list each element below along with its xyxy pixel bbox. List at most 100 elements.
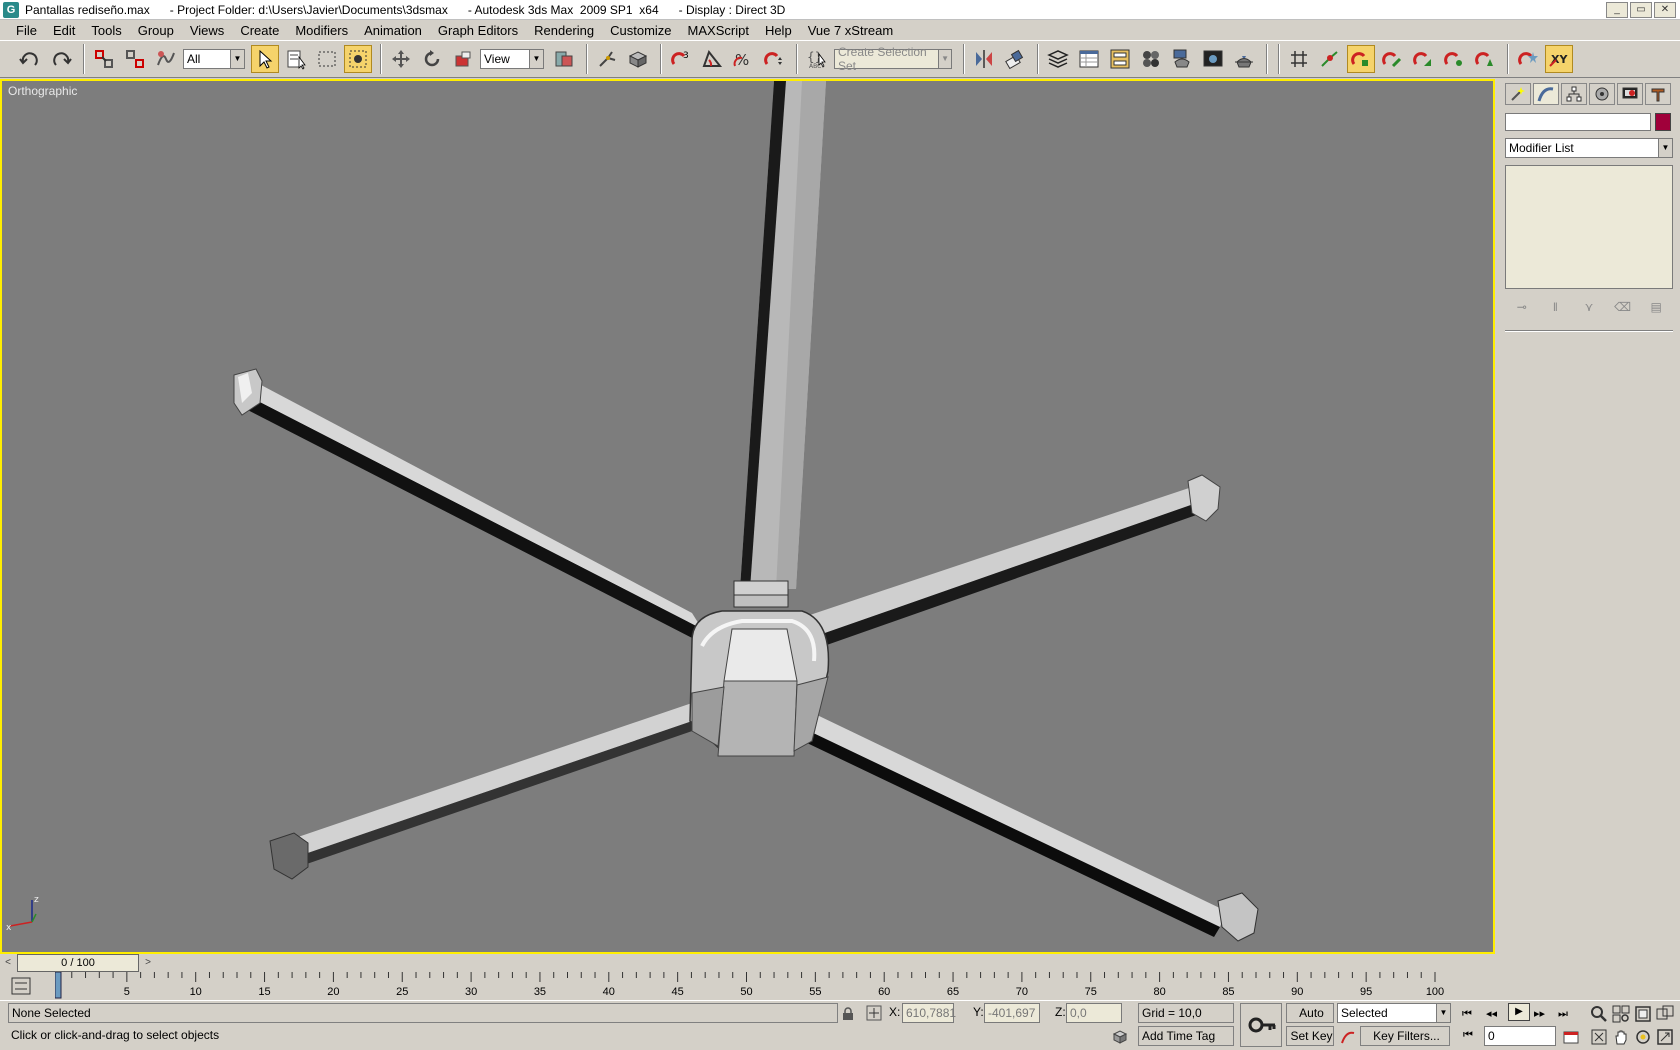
scene-geometry[interactable] — [2, 81, 1495, 954]
x-coordinate-field[interactable]: 610,7881 — [902, 1003, 956, 1023]
absolute-mode-transform-icon[interactable] — [866, 1005, 882, 1021]
make-unique-icon[interactable]: ⋎ — [1580, 298, 1598, 316]
3ds-max-icon[interactable]: G — [3, 1, 19, 18]
mirror-icon[interactable] — [970, 45, 998, 73]
key-mode-toggle-icon[interactable]: ⏮ — [1463, 1029, 1473, 1042]
menu-customize[interactable]: Customize — [602, 23, 679, 38]
zoom-all-icon[interactable] — [1612, 1005, 1630, 1023]
previous-frame-icon[interactable]: ◂◂ — [1486, 1005, 1497, 1023]
utilities-tab-icon[interactable] — [1645, 83, 1671, 105]
time-configuration-icon[interactable] — [1563, 1029, 1579, 1045]
menu-maxscript[interactable]: MAXScript — [680, 23, 757, 38]
orbit-icon[interactable] — [1634, 1028, 1652, 1046]
key-filters-button[interactable]: Key Filters... — [1360, 1026, 1450, 1046]
time-slider-next[interactable]: > — [140, 955, 156, 971]
snap-edge-icon[interactable] — [1378, 45, 1406, 73]
snap-options-icon[interactable] — [1514, 45, 1542, 73]
modify-tab-icon[interactable] — [1533, 83, 1559, 105]
selection-filter-dropdown[interactable]: All ▼ — [183, 49, 245, 69]
object-name-field[interactable] — [1505, 113, 1651, 131]
track-bar[interactable]: 0510152025303540455055606570758085909510… — [0, 972, 1495, 1000]
select-by-name-icon[interactable] — [282, 45, 310, 73]
time-tag-icon[interactable] — [1112, 1029, 1128, 1045]
snap-pivot-icon[interactable] — [1316, 45, 1344, 73]
named-selection-dropdown[interactable]: Create Selection Set ▼ — [834, 45, 952, 73]
move-icon[interactable] — [387, 45, 415, 73]
percent-snap-icon[interactable]: % — [729, 45, 757, 73]
menu-help[interactable]: Help — [757, 23, 800, 38]
menu-group[interactable]: Group — [130, 23, 182, 38]
add-time-tag-button[interactable]: Add Time Tag — [1138, 1026, 1234, 1046]
material-editor-icon[interactable] — [1137, 45, 1165, 73]
frame-ruler[interactable]: 0510152025303540455055606570758085909510… — [55, 972, 1495, 1000]
menu-animation[interactable]: Animation — [356, 23, 430, 38]
key-mode-dropdown[interactable]: Selected ▼ — [1337, 1003, 1451, 1023]
current-frame-marker[interactable] — [55, 972, 62, 999]
maximize-button[interactable]: ▭ — [1630, 2, 1652, 18]
field-of-view-icon[interactable] — [1590, 1028, 1608, 1046]
pin-stack-icon[interactable]: ⊸ — [1513, 298, 1531, 316]
keyboard-shortcut-override-icon[interactable] — [624, 45, 652, 73]
curve-editor-icon[interactable] — [1075, 45, 1103, 73]
set-keys-key-icon[interactable] — [1240, 1003, 1282, 1047]
zoom-icon[interactable] — [1590, 1005, 1608, 1023]
motion-tab-icon[interactable] — [1589, 83, 1615, 105]
y-coordinate-field[interactable]: -401,697 — [984, 1003, 1040, 1023]
modifier-stack[interactable] — [1505, 165, 1673, 289]
render-production-icon[interactable] — [1230, 45, 1258, 73]
menu-rendering[interactable]: Rendering — [526, 23, 602, 38]
object-color-swatch[interactable] — [1655, 113, 1671, 131]
current-frame-field[interactable]: 0 — [1484, 1026, 1556, 1046]
close-button[interactable]: ✕ — [1654, 2, 1676, 18]
angle-snap-icon[interactable] — [698, 45, 726, 73]
select-and-link-icon[interactable] — [90, 45, 118, 73]
menu-graph-editors[interactable]: Graph Editors — [430, 23, 526, 38]
snap-vertex-icon[interactable] — [1347, 45, 1375, 73]
scale-icon[interactable] — [449, 45, 477, 73]
pan-hand-icon[interactable] — [1612, 1028, 1630, 1046]
redo-icon[interactable] — [47, 45, 75, 73]
hierarchy-tab-icon[interactable] — [1561, 83, 1587, 105]
menu-file[interactable]: File — [8, 23, 45, 38]
snap-midpoint-icon[interactable] — [1471, 45, 1499, 73]
next-frame-icon[interactable]: ▸▸ — [1534, 1005, 1545, 1023]
show-end-result-icon[interactable]: ‖ — [1546, 298, 1564, 316]
set-key-button[interactable]: Set Key — [1286, 1026, 1334, 1046]
time-slider-thumb[interactable]: 0 / 100 — [17, 954, 139, 972]
modifier-list-dropdown[interactable]: Modifier List ▼ — [1505, 138, 1673, 158]
select-manipulate-icon[interactable] — [593, 45, 621, 73]
auto-key-button[interactable]: Auto Key — [1286, 1003, 1334, 1038]
z-coordinate-field[interactable]: 0,0 — [1066, 1003, 1122, 1023]
layer-manager-icon[interactable] — [1044, 45, 1072, 73]
reference-coord-dropdown[interactable]: View ▼ — [480, 49, 544, 69]
edit-named-selection-icon[interactable]: {} ABC — [803, 45, 831, 73]
unlink-selection-icon[interactable] — [121, 45, 149, 73]
default-tangents-icon[interactable] — [1340, 1029, 1356, 1045]
display-tab-icon[interactable] — [1617, 83, 1643, 105]
render-setup-icon[interactable] — [1168, 45, 1196, 73]
zoom-extents-icon[interactable] — [1634, 1005, 1652, 1023]
schematic-view-icon[interactable] — [1106, 45, 1134, 73]
menu-vue-xstream[interactable]: Vue 7 xStream — [800, 23, 902, 38]
rotate-icon[interactable] — [418, 45, 446, 73]
remove-modifier-icon[interactable]: ⌫ — [1614, 298, 1632, 316]
menu-views[interactable]: Views — [182, 23, 232, 38]
snap-face-icon[interactable] — [1409, 45, 1437, 73]
create-tab-icon[interactable] — [1505, 83, 1531, 105]
menu-modifiers[interactable]: Modifiers — [287, 23, 356, 38]
time-slider-prev[interactable]: < — [0, 955, 16, 971]
play-icon[interactable]: ▶ — [1508, 1003, 1530, 1021]
menu-create[interactable]: Create — [232, 23, 287, 38]
snaps-toggle-icon[interactable]: 3 — [667, 45, 695, 73]
spinner-snap-icon[interactable] — [760, 45, 788, 73]
lock-icon[interactable] — [842, 1007, 854, 1021]
xy-constraint-icon[interactable]: XY — [1545, 45, 1573, 73]
snap-grid-icon[interactable] — [1285, 45, 1313, 73]
maximize-viewport-icon[interactable] — [1656, 1028, 1674, 1046]
time-slider[interactable]: < 0 / 100 > — [0, 954, 1495, 972]
menu-edit[interactable]: Edit — [45, 23, 83, 38]
pivot-center-icon[interactable] — [550, 45, 578, 73]
configure-modifier-sets-icon[interactable]: ▤ — [1647, 298, 1665, 316]
rectangular-selection-icon[interactable] — [313, 45, 341, 73]
menu-tools[interactable]: Tools — [83, 23, 129, 38]
